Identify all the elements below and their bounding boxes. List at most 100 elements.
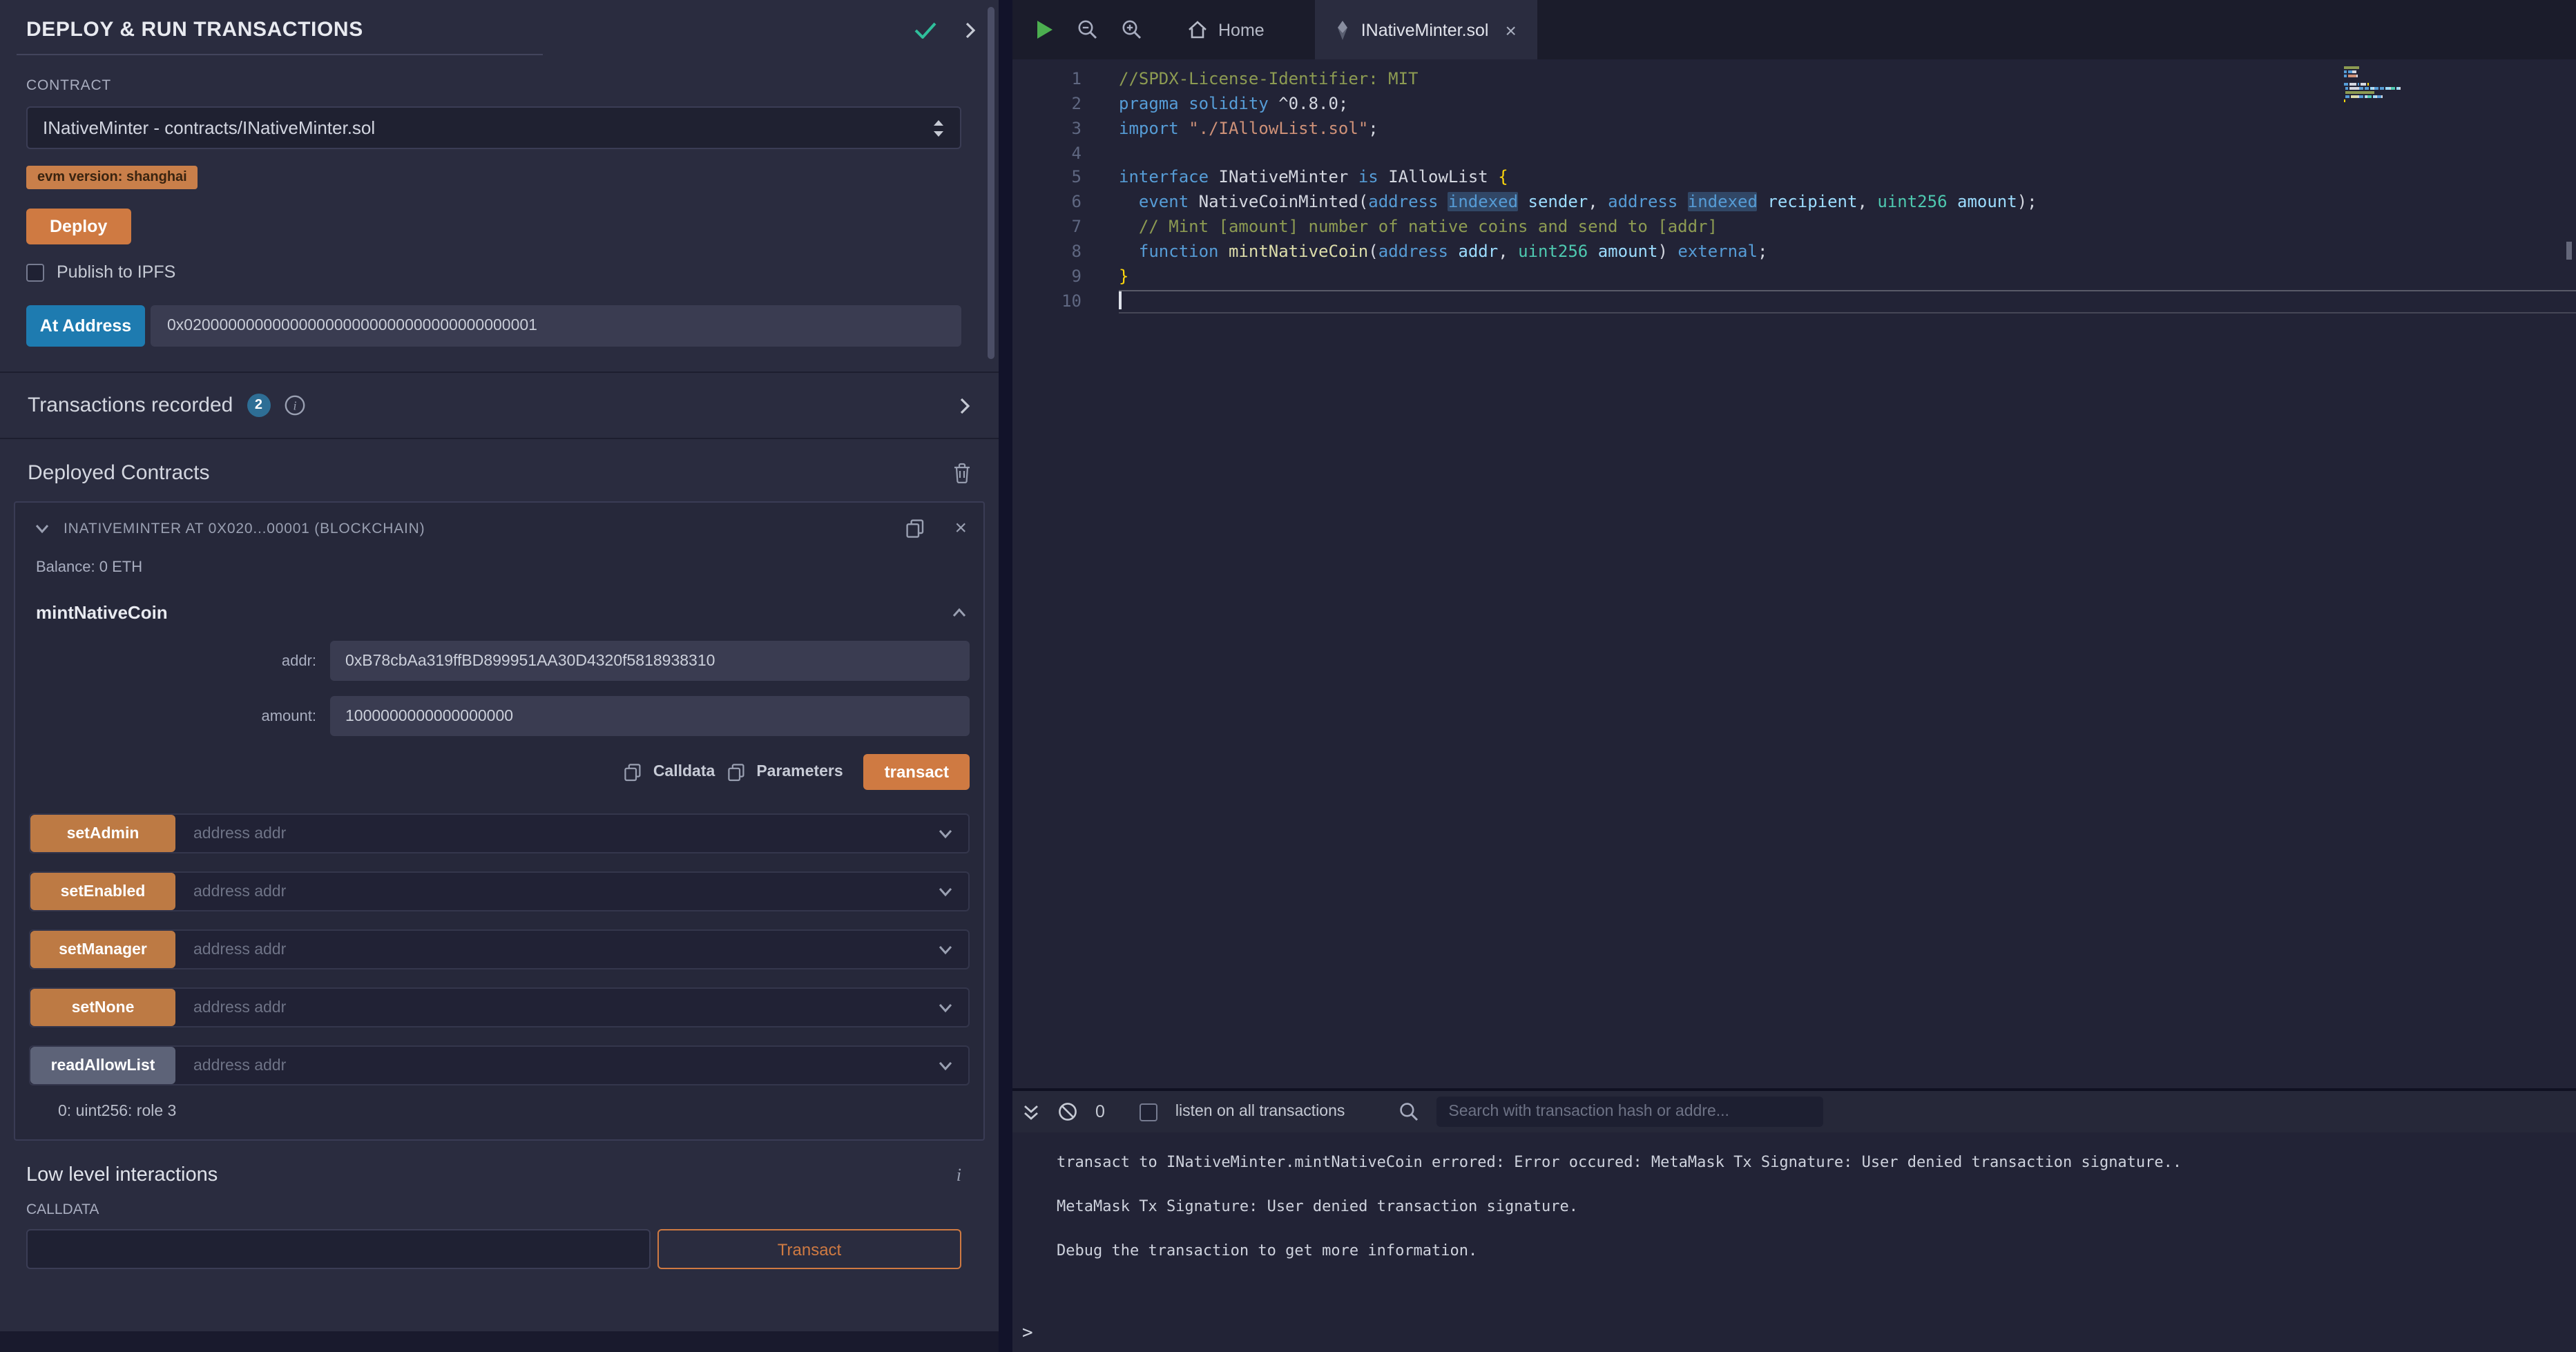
pending-tx-count: 0 — [1095, 1102, 1105, 1121]
setEnabled-input[interactable]: address addr — [175, 873, 938, 910]
addr-field-label: addr: — [29, 653, 330, 669]
trash-icon[interactable] — [953, 463, 971, 483]
run-script-icon[interactable] — [1036, 19, 1054, 40]
copy-calldata-icon[interactable] — [624, 763, 641, 781]
panel-title: DEPLOY & RUN TRANSACTIONS — [26, 18, 887, 41]
calldata-label: CALLDATA — [26, 1201, 961, 1218]
transact-button[interactable]: transact — [864, 754, 970, 790]
amount-field-row: amount: — [29, 696, 970, 736]
deploy-button[interactable]: Deploy — [26, 209, 131, 244]
setAdmin-input[interactable]: address addr — [175, 815, 938, 852]
amount-field-input[interactable] — [330, 696, 970, 736]
chevron-down-icon[interactable] — [938, 873, 968, 910]
contract-card-header[interactable]: INATIVEMINTER AT 0X020...00001 (BLOCKCHA… — [29, 503, 970, 551]
chevron-down-icon[interactable] — [938, 1047, 968, 1084]
setManager-button[interactable]: setManager — [30, 931, 175, 968]
setAdmin-button[interactable]: setAdmin — [30, 815, 175, 852]
code-line[interactable]: event NativeCoinMinted(address indexed s… — [1119, 191, 2576, 215]
editor-region: Home INativeMinter.sol × 12345678910 //S… — [1012, 0, 2576, 1352]
terminal-line: MetaMask Tx Signature: User denied trans… — [1057, 1195, 2562, 1219]
close-icon[interactable]: × — [954, 518, 967, 539]
listen-all-transactions-checkbox[interactable] — [1140, 1103, 1157, 1121]
zoom-out-icon[interactable] — [1077, 19, 1098, 40]
readAllowList-input[interactable]: address addr — [175, 1047, 938, 1084]
chevron-down-icon[interactable] — [938, 815, 968, 852]
code-line[interactable]: interface INativeMinter is IAllowList { — [1119, 166, 2576, 191]
calldata-action-label[interactable]: Calldata — [653, 764, 715, 780]
search-icon — [1398, 1102, 1418, 1121]
panel-footer — [0, 1331, 999, 1352]
line-number: 5 — [1012, 166, 1119, 191]
line-number: 8 — [1012, 240, 1119, 265]
line-number: 4 — [1012, 142, 1119, 166]
deployed-contracts-header: Deployed Contracts — [0, 439, 999, 501]
terminal-prompt[interactable]: > — [1012, 1323, 2576, 1352]
contract-select[interactable]: INativeMinter - contracts/INativeMinter.… — [26, 106, 961, 149]
setNone-button[interactable]: setNone — [30, 989, 175, 1026]
calldata-input[interactable] — [26, 1229, 651, 1269]
setNone-input[interactable]: address addr — [175, 989, 938, 1026]
line-number: 7 — [1012, 215, 1119, 240]
code-line[interactable] — [1119, 289, 2576, 314]
transactions-recorded-row[interactable]: Transactions recorded 2 i — [0, 373, 999, 438]
editor-code[interactable]: //SPDX-License-Identifier: MITpragma sol… — [1119, 59, 2576, 1088]
function-row-setEnabled: setEnabledaddress addr — [29, 871, 970, 911]
chevron-up-icon[interactable] — [952, 607, 967, 618]
parameters-action-label[interactable]: Parameters — [756, 764, 843, 780]
contract-select-value: INativeMinter - contracts/INativeMinter.… — [43, 117, 375, 138]
chevron-right-icon[interactable] — [959, 397, 971, 414]
publish-ipfs-checkbox[interactable] — [26, 263, 44, 281]
panel-resize-handle[interactable] — [999, 0, 1012, 1352]
terminal-output[interactable]: transact to INativeMinter.mintNativeCoin… — [1012, 1132, 2576, 1323]
line-number: 2 — [1012, 93, 1119, 117]
editor-gutter: 12345678910 — [1012, 59, 1119, 1088]
chevron-right-icon[interactable] — [964, 21, 977, 38]
chevron-down-icon[interactable] — [35, 523, 50, 534]
code-line[interactable]: } — [1119, 265, 2576, 290]
code-line[interactable]: import "./IAllowList.sol"; — [1119, 117, 2576, 142]
info-icon: i — [284, 395, 305, 416]
editor-minimap[interactable] — [2344, 66, 2402, 108]
collapse-terminal-icon[interactable] — [1022, 1103, 1040, 1121]
check-icon — [914, 21, 936, 38]
svg-text:i: i — [293, 399, 296, 413]
close-tab-icon[interactable]: × — [1506, 20, 1517, 39]
solidity-file-icon — [1336, 20, 1350, 39]
panel-scrollbar[interactable] — [988, 7, 994, 359]
line-number: 3 — [1012, 117, 1119, 142]
at-address-input[interactable] — [151, 305, 961, 347]
panel-header: DEPLOY & RUN TRANSACTIONS — [0, 0, 999, 54]
tab-home[interactable]: Home — [1167, 0, 1285, 59]
addr-field-row: addr: — [29, 641, 970, 681]
setManager-input[interactable]: address addr — [175, 931, 938, 968]
tab-inativeminter[interactable]: INativeMinter.sol × — [1316, 0, 1537, 59]
terminal-line: transact to INativeMinter.mintNativeCoin… — [1057, 1150, 2562, 1175]
zoom-in-icon[interactable] — [1122, 19, 1142, 40]
chevron-down-icon[interactable] — [938, 989, 968, 1026]
clear-console-icon[interactable] — [1058, 1102, 1077, 1121]
copy-parameters-icon[interactable] — [727, 763, 744, 781]
setEnabled-button[interactable]: setEnabled — [30, 873, 175, 910]
code-line[interactable]: function mintNativeCoin(address addr, ui… — [1119, 240, 2576, 265]
remix-ide-window: DEPLOY & RUN TRANSACTIONS CONTRACT INati… — [0, 0, 2576, 1352]
info-icon[interactable]: i — [957, 1164, 961, 1186]
chevron-down-icon[interactable] — [938, 931, 968, 968]
code-editor[interactable]: 12345678910 //SPDX-License-Identifier: M… — [1012, 59, 2576, 1088]
code-line[interactable]: // Mint [amount] number of native coins … — [1119, 215, 2576, 240]
publish-ipfs-label: Publish to IPFS — [57, 262, 175, 282]
terminal-search-input[interactable] — [1436, 1097, 1823, 1127]
at-address-button[interactable]: At Address — [26, 305, 145, 347]
code-line[interactable] — [1119, 142, 2576, 166]
low-level-transact-button[interactable]: Transact — [657, 1229, 961, 1269]
line-number: 10 — [1012, 289, 1119, 314]
addr-field-input[interactable] — [330, 641, 970, 681]
mintnativecoin-header[interactable]: mintNativeCoin — [29, 592, 970, 626]
function-row-setNone: setNoneaddress addr — [29, 987, 970, 1027]
tab-home-label: Home — [1218, 20, 1265, 39]
readAllowList-button[interactable]: readAllowList — [30, 1047, 175, 1084]
low-level-section: Low level interactions i CALLDATA Transa… — [0, 1141, 999, 1269]
editor-scrollbar[interactable] — [2566, 242, 2572, 260]
mintnativecoin-name: mintNativeCoin — [36, 602, 952, 623]
title-underline — [17, 54, 543, 55]
copy-icon[interactable] — [906, 519, 924, 538]
